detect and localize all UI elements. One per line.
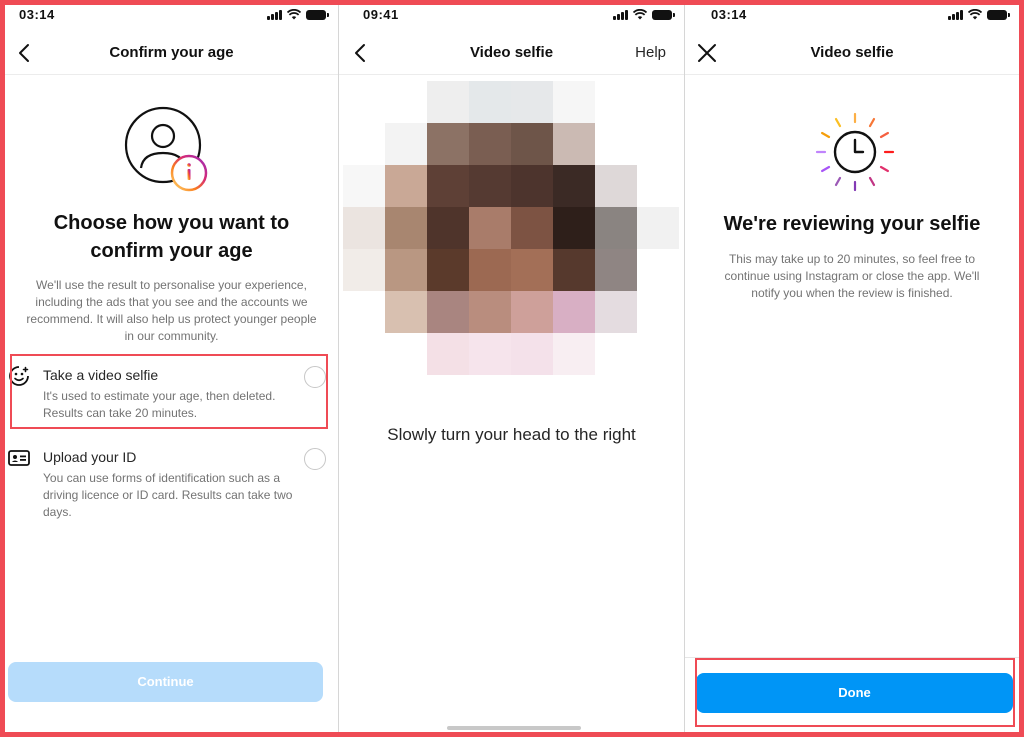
status-icons xyxy=(948,9,1010,20)
cellular-signal-icon xyxy=(613,9,628,20)
reviewing-selfie-screen: 03:14 Video selfie We're reviewing your … xyxy=(685,5,1019,732)
home-indicator xyxy=(447,726,581,730)
choose-heading-line1: Choose how you want to xyxy=(53,212,290,234)
pixelated-face-preview xyxy=(343,81,679,375)
choose-description: We'll use the result to personalise your… xyxy=(26,278,317,343)
nav-bar: Confirm your age xyxy=(5,31,338,75)
option-video-selfie[interactable]: Take a video selfie It's used to estimat… xyxy=(5,363,338,433)
upload-id-radio[interactable] xyxy=(304,448,326,470)
video-selfie-radio[interactable] xyxy=(304,366,326,388)
wifi-icon xyxy=(287,9,301,20)
page-title: Video selfie xyxy=(469,44,554,61)
battery-icon xyxy=(987,9,1010,20)
battery-icon xyxy=(652,9,675,20)
head-turn-instruction: Slowly turn your head to the right xyxy=(387,425,636,444)
status-time: 09:41 xyxy=(363,7,399,22)
battery-icon xyxy=(306,9,329,20)
confirm-age-screen: 03:14 Confirm your age Choose how you wa… xyxy=(5,5,338,732)
page-title: Video selfie xyxy=(810,44,894,61)
option-upload-id-desc: You can use forms of identification such… xyxy=(43,471,293,519)
help-link[interactable]: Help xyxy=(635,44,666,61)
status-icons xyxy=(267,9,329,20)
done-button[interactable]: Done xyxy=(696,673,1013,713)
status-bar: 03:14 xyxy=(5,5,338,25)
face-scan-icon xyxy=(9,366,29,386)
page-title: Confirm your age xyxy=(109,44,234,61)
review-description: This may take up to 20 minutes, so feel … xyxy=(724,252,980,300)
status-icons xyxy=(613,9,675,20)
user-info-icon xyxy=(124,106,208,192)
status-bar: 03:14 xyxy=(685,5,1019,25)
choose-heading-line2: confirm your age xyxy=(90,240,253,262)
status-bar: 09:41 xyxy=(339,5,684,25)
option-upload-id-title: Upload your ID xyxy=(43,449,137,465)
status-time: 03:14 xyxy=(19,7,55,22)
option-upload-id[interactable]: Upload your ID You can use forms of iden… xyxy=(5,445,338,525)
clock-icon xyxy=(815,112,895,192)
wifi-icon xyxy=(968,9,982,20)
option-video-selfie-desc: It's used to estimate your age, then del… xyxy=(43,389,276,420)
continue-button[interactable]: Continue xyxy=(8,662,323,702)
status-time: 03:14 xyxy=(711,7,747,22)
video-selfie-capture-screen: 09:41 Video selfie Help Slowly turn your… xyxy=(339,5,684,732)
id-card-icon xyxy=(8,450,30,466)
cellular-signal-icon xyxy=(267,9,282,20)
nav-bar: Video selfie Help xyxy=(339,31,684,75)
review-heading: We're reviewing your selfie xyxy=(723,213,981,235)
bottom-divider xyxy=(685,657,1019,658)
cellular-signal-icon xyxy=(948,9,963,20)
wifi-icon xyxy=(633,9,647,20)
option-video-selfie-title: Take a video selfie xyxy=(43,367,159,383)
nav-bar: Video selfie xyxy=(685,31,1019,75)
choose-heading: Choose how you want to confirm your age xyxy=(25,209,318,265)
